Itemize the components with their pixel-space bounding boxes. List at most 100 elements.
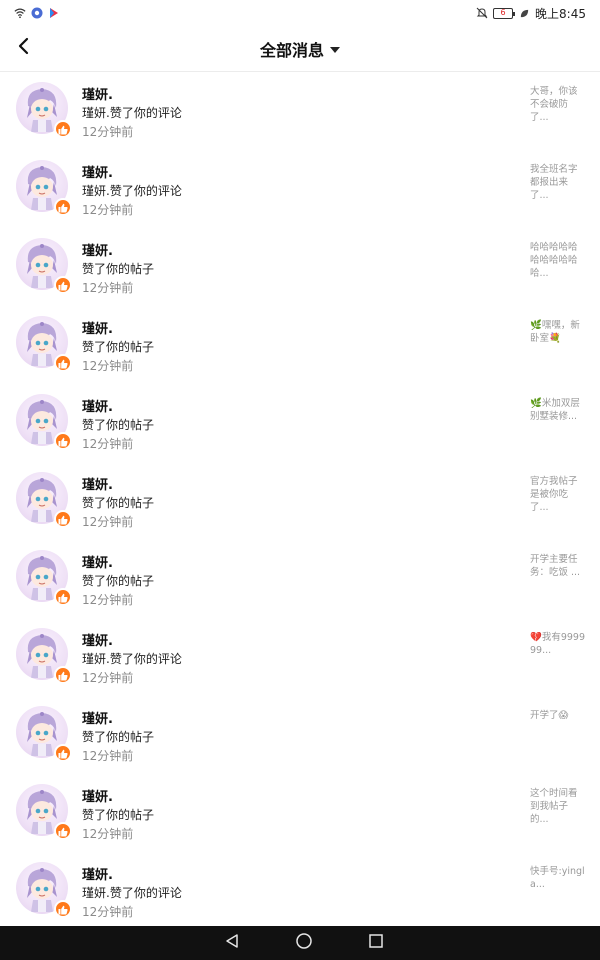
thumbs-up-icon: [58, 510, 68, 529]
list-item[interactable]: 瑾妍. 赞了你的帖子 12分钟前 哈哈哈哈哈哈哈哈哈哈哈...: [0, 228, 600, 306]
like-badge: [54, 432, 72, 450]
content-preview[interactable]: 开学了😱: [530, 709, 586, 722]
user-name[interactable]: 瑾妍.: [82, 396, 113, 415]
list-item[interactable]: 瑾妍. 赞了你的帖子 12分钟前 🌿嘿嘿，新卧室💐: [0, 306, 600, 384]
timestamp: 12分钟前: [82, 749, 134, 763]
content-preview[interactable]: 快手号:yingla...: [530, 865, 586, 891]
content-preview[interactable]: 官方我帖子是被你吃了...: [530, 475, 586, 514]
like-badge: [54, 198, 72, 216]
system-nav-bar: [0, 926, 600, 960]
avatar[interactable]: [16, 316, 72, 372]
list-item[interactable]: 瑾妍. 赞了你的帖子 12分钟前 官方我帖子是被你吃了...: [0, 462, 600, 540]
content-preview[interactable]: 哈哈哈哈哈哈哈哈哈哈哈...: [530, 241, 586, 280]
notification-text: 瑾妍.赞了你的评论: [82, 652, 182, 666]
status-bar: 6 晚上8:45: [0, 0, 600, 26]
thumbs-up-icon: [58, 900, 68, 919]
thumbs-up-icon: [58, 432, 68, 451]
thumbs-up-icon: [58, 198, 68, 217]
list-item[interactable]: 瑾妍. 赞了你的帖子 12分钟前 开学主要任务：吃饭 ...: [0, 540, 600, 618]
avatar[interactable]: [16, 628, 72, 684]
timestamp: 12分钟前: [82, 203, 134, 217]
status-time: 晚上8:45: [535, 6, 586, 21]
avatar[interactable]: [16, 862, 72, 918]
like-badge: [54, 588, 72, 606]
content-preview[interactable]: 💔我有999999...: [530, 631, 586, 657]
thumbs-up-icon: [58, 354, 68, 373]
header: 全部消息: [0, 26, 600, 72]
avatar[interactable]: [16, 238, 72, 295]
timestamp: 12分钟前: [82, 827, 134, 841]
nav-recent-button[interactable]: [366, 933, 386, 953]
notification-text: 赞了你的帖子: [82, 730, 155, 744]
timestamp: 12分钟前: [82, 281, 134, 295]
thumbs-up-icon: [58, 276, 68, 295]
avatar[interactable]: [16, 82, 72, 138]
list-item[interactable]: 瑾妍. 赞了你的帖子 12分钟前 开学了😱: [0, 696, 600, 774]
timestamp: 12分钟前: [82, 359, 134, 373]
content-preview[interactable]: 开学主要任务：吃饭 ...: [530, 553, 586, 579]
nav-back-button[interactable]: [222, 933, 242, 953]
app-notification-icon: [31, 7, 43, 19]
content-preview[interactable]: 这个时间看到我帖子的...: [530, 787, 586, 826]
battery-icon: 6: [493, 7, 516, 19]
like-badge: [54, 822, 72, 840]
caret-down-icon: [330, 39, 340, 58]
avatar[interactable]: [16, 550, 72, 606]
content-preview[interactable]: 🌿嘿嘿，新卧室💐: [530, 319, 586, 345]
list-item[interactable]: 瑾妍. 赞了你的帖子 12分钟前 这个时间看到我帖子的...: [0, 774, 600, 852]
avatar[interactable]: [16, 706, 72, 763]
thumbs-up-icon: [58, 666, 68, 685]
list-item[interactable]: 瑾妍. 赞了你的帖子 12分钟前 🌿米加双层别墅装修...: [0, 384, 600, 462]
notification-text: 赞了你的帖子: [82, 808, 155, 822]
list-item[interactable]: 瑾妍. 瑾妍.赞了你的评论 12分钟前 快手号:yingla...: [0, 852, 600, 926]
thumbs-up-icon: [58, 744, 68, 763]
avatar[interactable]: [16, 784, 72, 840]
triangle-back-icon: [224, 933, 240, 953]
user-name[interactable]: 瑾妍.: [82, 708, 113, 727]
avatar[interactable]: [16, 394, 72, 450]
battery-level: 6: [500, 8, 506, 17]
status-left: [14, 7, 60, 19]
user-name[interactable]: 瑾妍.: [82, 474, 113, 493]
like-badge: [54, 354, 72, 372]
content-preview[interactable]: 大哥，你该不会破防了...: [530, 85, 586, 124]
content-preview[interactable]: 我全班名字都报出来了...: [530, 163, 586, 202]
notification-text: 瑾妍.赞了你的评论: [82, 886, 182, 900]
mute-icon: [476, 7, 488, 19]
user-name[interactable]: 瑾妍.: [82, 630, 113, 649]
notification-text: 赞了你的帖子: [82, 418, 155, 432]
notification-text: 赞了你的帖子: [82, 574, 155, 588]
like-badge: [54, 900, 72, 918]
user-name[interactable]: 瑾妍.: [82, 162, 113, 181]
message-filter-dropdown[interactable]: 全部消息: [260, 37, 340, 61]
app-notification-icon-2: [48, 7, 60, 19]
notification-text: 赞了你的帖子: [82, 340, 155, 354]
like-badge: [54, 666, 72, 684]
page-title: 全部消息: [259, 40, 324, 60]
user-name[interactable]: 瑾妍.: [82, 240, 113, 259]
content-preview[interactable]: 🌿米加双层别墅装修...: [530, 397, 586, 423]
list-item[interactable]: 瑾妍. 瑾妍.赞了你的评论 12分钟前 大哥，你该不会破防了...: [0, 72, 600, 150]
user-name[interactable]: 瑾妍.: [82, 864, 113, 883]
user-name[interactable]: 瑾妍.: [82, 84, 113, 103]
timestamp: 12分钟前: [82, 125, 134, 139]
list-item[interactable]: 瑾妍. 瑾妍.赞了你的评论 12分钟前 我全班名字都报出来了...: [0, 150, 600, 228]
leaf-icon: [518, 7, 530, 19]
user-name[interactable]: 瑾妍.: [82, 318, 113, 337]
list-item[interactable]: 瑾妍. 瑾妍.赞了你的评论 12分钟前 💔我有999999...: [0, 618, 600, 696]
user-name[interactable]: 瑾妍.: [82, 552, 113, 571]
square-recent-icon: [368, 933, 384, 953]
notification-text: 瑾妍.赞了你的评论: [82, 106, 182, 120]
user-name[interactable]: 瑾妍.: [82, 786, 113, 805]
chevron-left-icon: [17, 37, 31, 59]
nav-home-button[interactable]: [294, 933, 314, 953]
avatar[interactable]: [16, 472, 72, 529]
back-button[interactable]: [12, 36, 36, 60]
notification-text: 赞了你的帖子: [82, 496, 155, 510]
message-list[interactable]: 瑾妍. 瑾妍.赞了你的评论 12分钟前 大哥，你该不会破防了... 瑾妍. 瑾妍…: [0, 72, 600, 926]
avatar[interactable]: [16, 160, 72, 216]
timestamp: 12分钟前: [82, 515, 134, 529]
wifi-icon: [14, 7, 26, 19]
timestamp: 12分钟前: [82, 671, 134, 685]
thumbs-up-icon: [58, 822, 68, 841]
